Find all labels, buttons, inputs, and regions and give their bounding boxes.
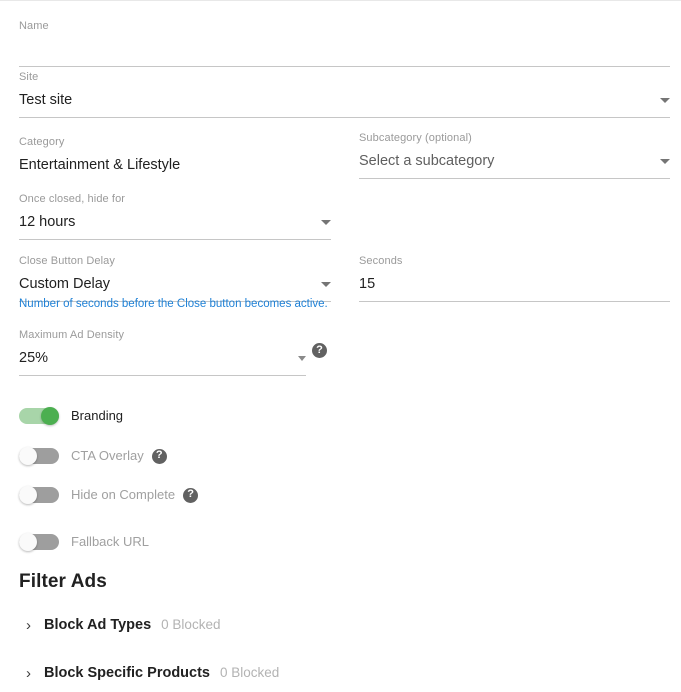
field-name-underline bbox=[19, 66, 670, 67]
toggle-row-fallback-url[interactable]: Fallback URL bbox=[19, 531, 149, 553]
field-name-input[interactable] bbox=[19, 33, 670, 59]
field-subcategory-value[interactable]: Select a subcategory bbox=[359, 145, 670, 171]
field-site-label: Site bbox=[19, 71, 39, 83]
field-max-ad-density: Maximum Ad Density 25% bbox=[19, 329, 306, 376]
toggle-branding-label: Branding bbox=[71, 408, 124, 423]
toggle-cta-overlay[interactable] bbox=[19, 447, 59, 465]
toggle-branding-thumb bbox=[41, 407, 59, 425]
field-seconds-label: Seconds bbox=[359, 255, 403, 267]
field-seconds-underline bbox=[359, 301, 670, 302]
ad-unit-settings-form: Name Site Test site Category Entertainme… bbox=[0, 1, 681, 692]
field-seconds: Seconds 15 bbox=[359, 255, 670, 302]
accordion-block-ad-types-title: Block Ad Types bbox=[44, 617, 152, 633]
field-site-value[interactable]: Test site bbox=[19, 84, 670, 110]
toggle-fallback-url[interactable] bbox=[19, 533, 59, 551]
toggle-hide-on-complete-thumb bbox=[19, 486, 37, 504]
field-subcategory-underline bbox=[359, 178, 670, 179]
field-site-underline bbox=[19, 117, 670, 118]
toggle-branding[interactable] bbox=[19, 407, 59, 425]
accordion-block-specific-products-count: 0 Blocked bbox=[220, 665, 280, 680]
accordion-block-specific-products[interactable]: › Block Specific Products 0 Blocked bbox=[26, 664, 279, 682]
caret-down-icon-hide-for[interactable] bbox=[321, 220, 331, 225]
field-close-button-delay-value[interactable]: Custom Delay bbox=[19, 268, 331, 294]
field-max-ad-density-underline bbox=[19, 375, 306, 376]
field-category-value: Entertainment & Lifestyle bbox=[19, 157, 181, 173]
toggle-hide-on-complete-label: Hide on Complete bbox=[71, 487, 176, 502]
caret-down-icon-close-button-delay[interactable] bbox=[321, 282, 331, 287]
accordion-block-specific-products-title: Block Specific Products bbox=[44, 665, 210, 681]
field-subcategory: Subcategory (optional) Select a subcateg… bbox=[359, 132, 670, 179]
field-site: Site Test site bbox=[19, 71, 670, 118]
field-hide-for-underline bbox=[19, 239, 331, 240]
field-max-ad-density-value[interactable]: 25% bbox=[19, 342, 306, 368]
max-ad-density-help-wrap: ? bbox=[312, 342, 327, 360]
toggle-row-cta-overlay[interactable]: CTA Overlay ? bbox=[19, 445, 167, 467]
toggle-fallback-url-label: Fallback URL bbox=[71, 534, 150, 549]
toggle-hide-on-complete[interactable] bbox=[19, 486, 59, 504]
caret-down-icon-max-ad-density[interactable] bbox=[298, 356, 306, 361]
toggle-cta-overlay-label: CTA Overlay bbox=[71, 448, 144, 463]
filter-ads-title: Filter Ads bbox=[19, 571, 107, 592]
help-circle-icon-max-ad-density[interactable]: ? bbox=[312, 343, 327, 359]
toggle-cta-overlay-thumb bbox=[19, 447, 37, 465]
field-hide-for-label: Once closed, hide for bbox=[19, 193, 126, 205]
toggle-fallback-url-thumb bbox=[19, 533, 37, 551]
help-icon-glyph: ? bbox=[316, 343, 323, 356]
field-category: Category Entertainment & Lifestyle bbox=[19, 136, 339, 175]
field-name-label: Name bbox=[19, 20, 49, 32]
caret-down-icon-site[interactable] bbox=[660, 98, 670, 103]
field-seconds-input[interactable]: 15 bbox=[359, 268, 670, 294]
chevron-right-icon-block-specific-products: › bbox=[26, 665, 31, 682]
toggle-row-branding[interactable]: Branding bbox=[19, 405, 123, 427]
field-name: Name bbox=[19, 20, 670, 67]
field-max-ad-density-label: Maximum Ad Density bbox=[19, 329, 125, 341]
help-circle-icon-cta-overlay[interactable]: ? bbox=[151, 448, 167, 464]
chevron-right-icon-block-ad-types: › bbox=[26, 617, 31, 634]
field-hide-for-value[interactable]: 12 hours bbox=[19, 206, 331, 232]
caret-down-icon-subcategory[interactable] bbox=[660, 159, 670, 164]
help-icon-glyph-hoc: ? bbox=[187, 488, 194, 500]
close-button-delay-helper-text: Number of seconds before the Close butto… bbox=[19, 298, 328, 310]
toggle-row-hide-on-complete[interactable]: Hide on Complete ? bbox=[19, 484, 199, 506]
field-subcategory-label: Subcategory (optional) bbox=[359, 132, 472, 144]
field-category-label: Category bbox=[19, 136, 65, 148]
help-circle-icon-hide-on-complete[interactable]: ? bbox=[183, 487, 199, 503]
help-icon-glyph-cta: ? bbox=[155, 449, 163, 461]
field-close-button-delay-label: Close Button Delay bbox=[19, 255, 115, 267]
field-close-button-delay: Close Button Delay Custom Delay bbox=[19, 255, 331, 302]
accordion-block-ad-types[interactable]: › Block Ad Types 0 Blocked bbox=[26, 616, 220, 634]
field-hide-for: Once closed, hide for 12 hours bbox=[19, 193, 331, 240]
accordion-block-ad-types-count: 0 Blocked bbox=[161, 617, 221, 632]
